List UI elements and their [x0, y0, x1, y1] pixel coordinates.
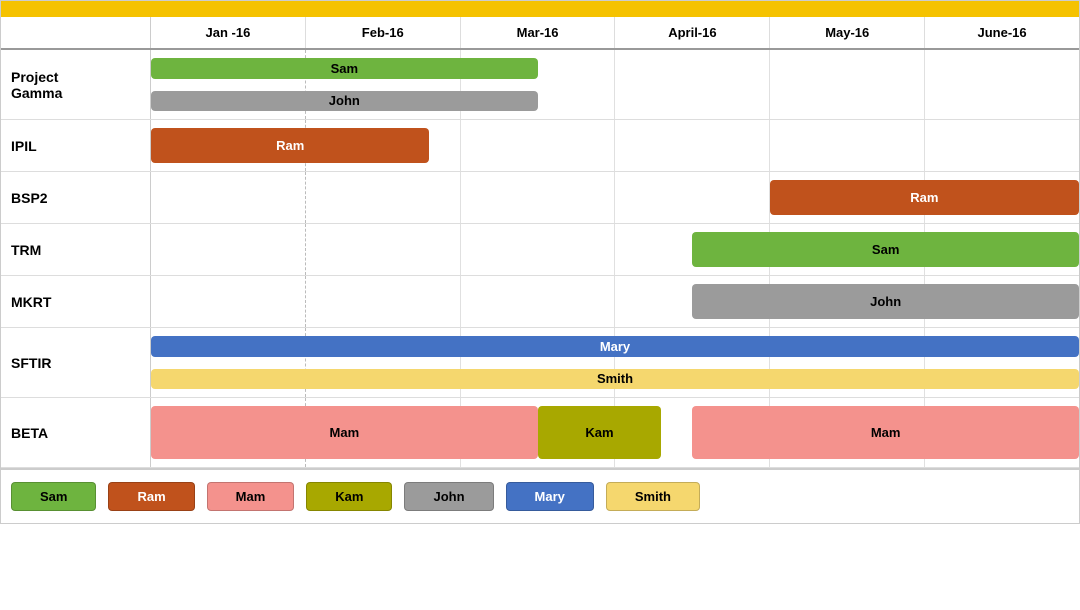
- legend-box-mary: Mary: [506, 482, 594, 511]
- chart-wrapper: Jan -16Feb-16Mar-16April-16May-16June-16…: [0, 0, 1080, 524]
- legend: Sam Ram Mam Kam John Mary Smith: [1, 468, 1079, 523]
- row-bsp2: BSP2 Ram: [1, 172, 1079, 224]
- bar-smith: Smith: [151, 369, 1079, 390]
- chart-body: Project GammaSamJohnIPILRamBSP2RamTRMSam…: [1, 50, 1079, 468]
- project-label-beta: BETA: [1, 398, 151, 467]
- bar-mary: Mary: [151, 336, 1079, 357]
- row-ipil: IPILRam: [1, 120, 1079, 172]
- bar-mam: Mam: [151, 406, 538, 459]
- project-label-sftir: SFTIR: [1, 328, 151, 397]
- header-month-1: Feb-16: [306, 17, 461, 48]
- legend-box-john: John: [404, 482, 493, 511]
- legend-box-sam: Sam: [11, 482, 96, 511]
- bar-sam: Sam: [151, 58, 538, 79]
- bar-kam: Kam: [538, 406, 662, 459]
- bar-john: John: [151, 91, 538, 112]
- project-label-ipil: IPIL: [1, 120, 151, 171]
- row-sftir: SFTIRMary Smith: [1, 328, 1079, 398]
- project-label-trm: TRM: [1, 224, 151, 275]
- row-project-gamma: Project GammaSam John: [1, 50, 1079, 120]
- chart-title: [1, 1, 1079, 17]
- header-month-5: June-16: [925, 17, 1079, 48]
- header-month-3: April-16: [615, 17, 770, 48]
- row-mkrt: MKRT John: [1, 276, 1079, 328]
- header-project: [1, 17, 151, 48]
- legend-box-ram: Ram: [108, 482, 194, 511]
- legend-item-smith: Smith: [606, 482, 700, 511]
- legend-item-ram: Ram: [108, 482, 194, 511]
- header-months: Jan -16Feb-16Mar-16April-16May-16June-16: [151, 17, 1079, 48]
- project-label-mkrt: MKRT: [1, 276, 151, 327]
- legend-box-smith: Smith: [606, 482, 700, 511]
- legend-item-mam: Mam: [207, 482, 295, 511]
- header-month-0: Jan -16: [151, 17, 306, 48]
- bar-ram: Ram: [151, 128, 429, 163]
- legend-item-sam: Sam: [11, 482, 96, 511]
- bar-john: John: [692, 284, 1079, 319]
- header-month-2: Mar-16: [461, 17, 616, 48]
- header-month-4: May-16: [770, 17, 925, 48]
- legend-item-kam: Kam: [306, 482, 392, 511]
- row-trm: TRM Sam: [1, 224, 1079, 276]
- project-label-project-gamma: Project Gamma: [1, 50, 151, 119]
- legend-box-mam: Mam: [207, 482, 295, 511]
- row-beta: BETAMamKamMam: [1, 398, 1079, 468]
- legend-item-john: John: [404, 482, 493, 511]
- bar-sam: Sam: [692, 232, 1079, 267]
- legend-item-mary: Mary: [506, 482, 594, 511]
- chart-header: Jan -16Feb-16Mar-16April-16May-16June-16: [1, 17, 1079, 50]
- project-label-bsp2: BSP2: [1, 172, 151, 223]
- bar-ram: Ram: [770, 180, 1079, 215]
- legend-box-kam: Kam: [306, 482, 392, 511]
- bar-mam: Mam: [692, 406, 1079, 459]
